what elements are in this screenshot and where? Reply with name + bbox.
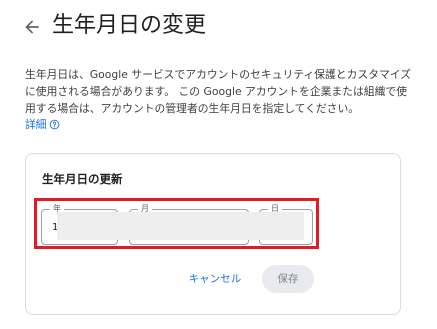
description-text: 生年月日は、Google サービスでアカウントのセキュリティ保護とカスタマイズに… (25, 68, 412, 115)
back-button[interactable] (22, 17, 42, 37)
page-title: 生年月日の変更 (52, 13, 207, 38)
highlight-box (34, 198, 319, 249)
help-circle-icon (49, 119, 59, 130)
learn-more-label: 詳細 (25, 118, 47, 131)
card-title: 生年月日の更新 (42, 172, 123, 186)
page-header: 生年月日の変更 (0, 0, 437, 54)
arrow-back-icon (25, 20, 39, 34)
cancel-button[interactable]: キャンセル (180, 266, 250, 292)
save-button[interactable]: 保存 (262, 265, 314, 293)
learn-more-link[interactable]: 詳細 (25, 116, 60, 133)
